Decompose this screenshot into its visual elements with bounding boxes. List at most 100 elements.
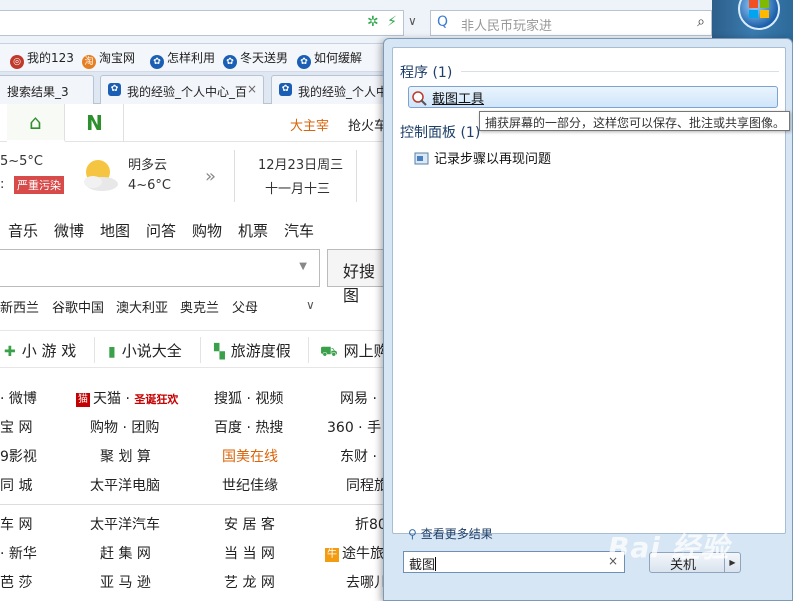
site-link[interactable]: 牛途牛旅 (325, 543, 384, 563)
program-snipping-tool-label: 截图工具 (412, 88, 484, 107)
home-icon[interactable]: ⌂ (7, 104, 65, 142)
lightning-icon[interactable]: ⚡ (387, 14, 397, 30)
nav-link[interactable]: 大主宰 (290, 115, 329, 134)
site-link[interactable]: 同 城 (0, 475, 32, 495)
divider (234, 150, 235, 202)
favorite-item[interactable]: ✿ 如何缓解 (297, 49, 362, 69)
hot-word-link[interactable]: 父母 (232, 297, 258, 316)
scissors-icon (412, 91, 427, 106)
temp-today: 5~5°C (0, 154, 44, 169)
category-link[interactable]: 汽车 (284, 220, 314, 241)
map-icon: ▚ (214, 344, 225, 360)
site-link[interactable]: 安 居 客 (224, 514, 275, 534)
divider (356, 150, 357, 202)
hot-word-link[interactable]: 新西兰 (0, 297, 39, 316)
site-link[interactable]: 艺 龙 网 (224, 572, 275, 592)
category-link[interactable]: 微博 (54, 220, 84, 241)
site-link[interactable]: 百度 · 热搜 (214, 417, 283, 437)
favorite-icon: 淘 (82, 55, 96, 69)
dropdown-arrow-icon[interactable]: ▼ (299, 261, 307, 272)
chevron-down-icon[interactable]: ∨ (408, 14, 417, 28)
divider (0, 504, 390, 505)
site-search-input[interactable]: ▼ (0, 249, 320, 287)
site-link[interactable]: · 微博 (0, 388, 37, 408)
address-input[interactable]: ✲ ⚡ (0, 10, 404, 36)
quick-link-games[interactable]: ✚ 小 游 戏 (4, 331, 76, 369)
start-search-input[interactable]: 截图 × (403, 551, 625, 573)
air-quality-badge[interactable]: 严重污染 (14, 176, 64, 194)
baidu-watermark: Bai 经验 (608, 531, 730, 564)
site-link[interactable]: 国美在线 (222, 446, 278, 466)
search-icon: Q (437, 14, 449, 30)
tab-experience-1[interactable]: ✿ 我的经验_个人中心_百 × (100, 75, 264, 104)
site-link[interactable]: · 新华 (0, 543, 37, 563)
quick-link-travel[interactable]: ▚ 旅游度假 (214, 331, 291, 369)
site-link[interactable]: 猫天猫 · 圣诞狂欢 (76, 388, 178, 408)
search-placeholder: 非人民币玩家进 (461, 19, 553, 34)
category-link[interactable]: 地图 (100, 220, 130, 241)
favorite-item[interactable]: ✿ 冬天送男 (223, 49, 288, 69)
site-link[interactable]: 宝 网 (0, 417, 32, 437)
date: 12月23日周三 (258, 158, 344, 173)
site-search-button[interactable]: 好搜图 (327, 249, 387, 305)
nav-link[interactable]: 抢火车 (348, 115, 387, 134)
chevron-down-icon[interactable]: ∨ (306, 298, 315, 312)
paw-icon: ✿ (108, 83, 121, 96)
hot-word-link[interactable]: 谷歌中国 (52, 297, 104, 316)
favorite-item[interactable]: ✿ 怎样利用 (150, 49, 215, 69)
tab-experience-2[interactable]: ✿ 我的经验_个人中心 (271, 75, 401, 104)
search-icon: ⚲ (408, 527, 417, 541)
lunar-date: 十一月十三 (265, 182, 331, 197)
site-link[interactable]: 同程旅 (346, 475, 388, 495)
paw-icon: ✿ (223, 55, 237, 69)
favorite-item[interactable]: 淘淘宝网 (82, 49, 135, 69)
site-link[interactable]: 网易 · (340, 388, 377, 408)
site-link[interactable]: 亚 马 逊 (100, 572, 151, 592)
search-go-icon[interactable]: ⌕ (697, 14, 705, 30)
favorite-icon: ◎ (10, 55, 24, 69)
paw-icon: ✿ (150, 55, 164, 69)
category-link[interactable]: 购物 (192, 220, 222, 241)
hot-word-link[interactable]: 奥克兰 (180, 297, 219, 316)
site-link[interactable]: 9影视 (0, 446, 37, 466)
site-link[interactable]: 太平洋电脑 (90, 475, 160, 495)
site-link[interactable]: 聚 划 算 (100, 446, 151, 466)
category-link[interactable]: 机票 (238, 220, 268, 241)
site-link[interactable]: 当 当 网 (224, 543, 275, 563)
paw-icon: ✿ (297, 55, 311, 69)
control-panel-heading: 控制面板 (1) (400, 125, 481, 141)
programs-heading: 程序 (1) (400, 65, 453, 81)
category-link[interactable]: 音乐 (8, 220, 38, 241)
site-link[interactable]: 东财 · (340, 446, 377, 466)
close-icon[interactable]: × (247, 82, 257, 96)
book-icon: ▮ (108, 344, 116, 360)
tooltip: 捕获屏幕的一部分，这样您可以保存、批注或共享图像。 (479, 111, 790, 131)
site-link[interactable]: 购物 · 团购 (90, 417, 159, 437)
temp-tomorrow: 4~6°C (128, 178, 172, 193)
site-link[interactable]: 赶 集 网 (100, 543, 151, 563)
favorite-item[interactable]: ◎ 我的123 (10, 49, 74, 69)
partly-cloudy-icon (84, 160, 118, 191)
site-link[interactable]: 车 网 (0, 514, 32, 534)
security-icon[interactable]: ✲ (367, 14, 379, 30)
quick-link-shopping[interactable]: ⛟ 网上购 (320, 331, 389, 369)
site-link[interactable]: 360 · 手 (327, 417, 381, 437)
site-link[interactable]: 芭 莎 (0, 572, 32, 592)
site-link[interactable]: 去哪儿 (346, 572, 388, 592)
paw-icon: ✿ (279, 83, 292, 96)
browser-search-input[interactable]: Q 非人民币玩家进 ⌕ (430, 10, 712, 36)
double-chevron-right-icon[interactable]: » (205, 166, 216, 187)
see-more-results-link[interactable]: ⚲ 查看更多结果 (408, 525, 493, 542)
gamepad-icon: ✚ (4, 344, 16, 360)
hot-word-link[interactable]: 澳大利亚 (116, 297, 168, 316)
cart-icon: ⛟ (320, 344, 338, 360)
site-link[interactable]: 世纪佳缘 (222, 475, 278, 495)
category-link[interactable]: 问答 (146, 220, 176, 241)
steps-recorder-icon (414, 152, 429, 165)
n-logo-icon[interactable]: N (66, 104, 124, 142)
site-link[interactable]: 太平洋汽车 (90, 514, 160, 534)
control-panel-steps-recorder[interactable]: 记录步骤以再现问题 (414, 148, 551, 167)
site-link[interactable]: 搜狐 · 视频 (214, 388, 283, 408)
tab-search-results[interactable]: 搜索结果_3 (0, 75, 94, 104)
quick-link-novels[interactable]: ▮ 小说大全 (108, 331, 182, 369)
